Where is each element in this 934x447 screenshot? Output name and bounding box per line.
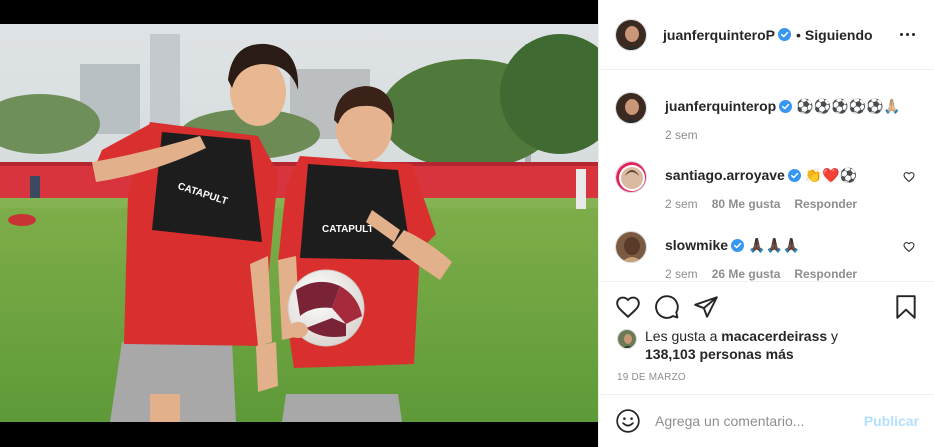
post-header: juanferquinteroP • Siguiendo [599, 0, 934, 70]
liker-username[interactable]: macacerdeirass [721, 328, 827, 344]
comment-username[interactable]: juanferquinterop [665, 98, 776, 114]
heart-outline-icon[interactable] [903, 241, 915, 253]
commenter-avatar[interactable] [615, 161, 647, 193]
comment-input[interactable] [655, 409, 856, 433]
liker-avatar[interactable] [617, 329, 637, 349]
post-date[interactable]: 19 DE MARZO [617, 372, 686, 383]
heart-outline-icon[interactable] [903, 171, 915, 183]
verified-badge-icon [779, 100, 793, 113]
post-side-panel: juanferquinteroP • Siguiendo juanferquin… [598, 0, 934, 447]
smiley-icon[interactable] [615, 408, 641, 434]
comment-text: ⚽⚽⚽⚽⚽🙏🏼 [796, 98, 901, 114]
header-separator: • [796, 26, 801, 43]
comment-time[interactable]: 2 sem [665, 267, 698, 281]
paper-plane-icon[interactable] [693, 294, 719, 320]
comments-list: juanferquinterop ⚽⚽⚽⚽⚽🙏🏼 2 sem santiago.a… [599, 71, 934, 281]
comment-time[interactable]: 2 sem [665, 128, 698, 142]
post-photo[interactable]: CATAPULT CATAPULT [0, 24, 598, 422]
post-media-pane: CATAPULT CATAPULT [0, 0, 598, 447]
commenter-avatar[interactable] [615, 92, 647, 124]
verified-badge-icon [787, 169, 801, 182]
comment-likes[interactable]: 26 Me gusta [712, 267, 781, 281]
comment-text: 🙏🏿🙏🏿🙏🏿 [748, 237, 801, 253]
comment-likes[interactable]: 80 Me gusta [712, 197, 781, 211]
likes-count[interactable]: 138,103 personas más [645, 346, 794, 362]
likes-prefix: Les gusta a [645, 328, 718, 344]
comment-username[interactable]: slowmike [665, 237, 728, 253]
more-options-button[interactable] [895, 24, 919, 44]
likes-summary: Les gusta a macacerdeirass y 138,103 per… [617, 327, 917, 363]
caption-comment: juanferquinterop ⚽⚽⚽⚽⚽🙏🏼 2 sem [615, 92, 919, 142]
heart-outline-icon[interactable] [615, 294, 641, 320]
reply-button[interactable]: Responder [794, 267, 857, 281]
author-avatar[interactable] [615, 18, 647, 51]
verified-badge-icon [731, 239, 745, 252]
reply-button[interactable]: Responder [794, 197, 857, 211]
photo-scene: CATAPULT CATAPULT [0, 24, 598, 422]
bookmark-icon[interactable] [893, 294, 919, 320]
author-username[interactable]: juanferquinteroP [663, 27, 775, 43]
verified-badge-icon [778, 28, 792, 41]
comment-item: slowmike 🙏🏿🙏🏿🙏🏿 2 sem 26 Me gusta Respond… [615, 231, 919, 281]
comment-text: 👏❤️⚽ [804, 167, 858, 183]
follow-status-button[interactable]: Siguiendo [805, 27, 873, 43]
comment-time[interactable]: 2 sem [665, 197, 698, 211]
commenter-avatar[interactable] [615, 231, 647, 263]
comment-username[interactable]: santiago.arroyave [665, 167, 785, 183]
publish-button[interactable]: Publicar [864, 413, 919, 429]
bib-text-right: CATAPULT [322, 224, 374, 235]
likes-connector: y [831, 328, 839, 344]
ellipsis-icon [899, 32, 903, 36]
post-actions-section: Les gusta a macacerdeirass y 138,103 per… [599, 281, 934, 383]
comment-item: santiago.arroyave 👏❤️⚽ 2 sem 80 Me gusta … [615, 161, 919, 211]
add-comment-bar: Publicar [599, 394, 934, 447]
speech-bubble-icon[interactable] [654, 294, 680, 320]
action-bar [615, 294, 919, 320]
